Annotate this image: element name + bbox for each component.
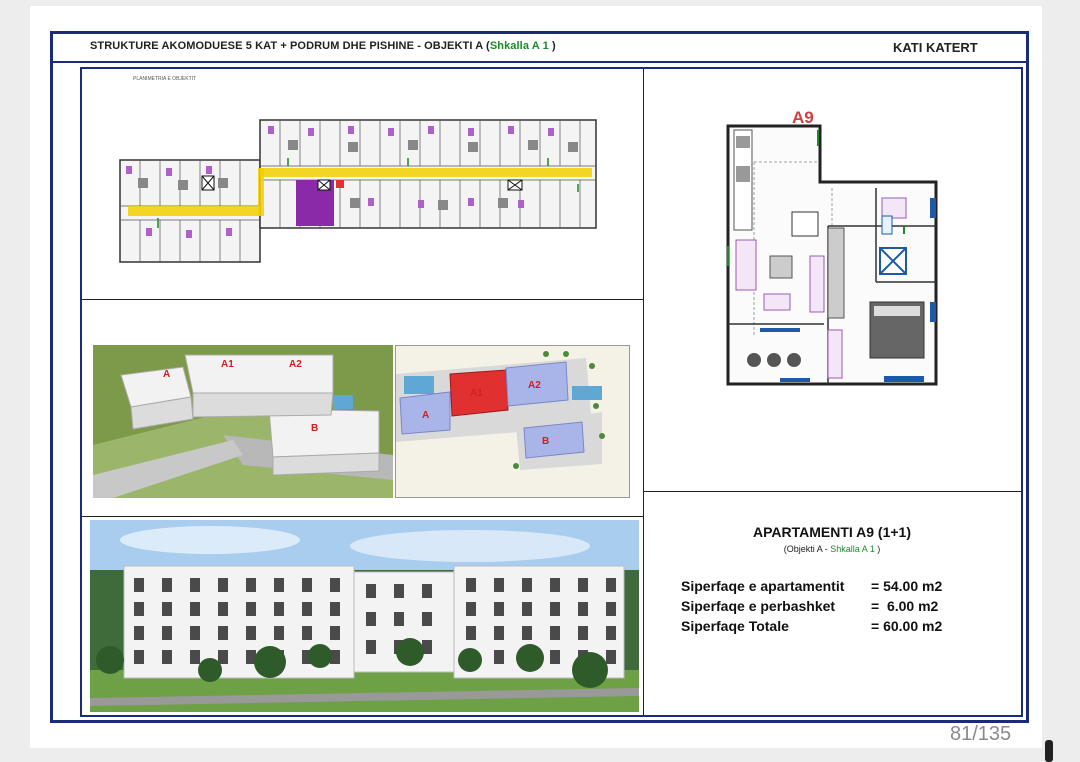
site-label-a1: A1 [470,388,483,399]
area-row-total: Siperfaqe Totale = 60.00 m2 [681,618,942,634]
site-label-a2: A2 [528,380,541,391]
area-value: = 54.00 m2 [871,578,943,594]
header-divider [53,61,1026,63]
subtitle-close: ) [874,544,881,554]
area-label: Siperfaqe Totale [681,618,789,634]
site-plan-render: A A1 A2 B [395,345,630,498]
title-object: OBJEKTI A ( [424,40,490,52]
site-label-b: B [542,436,549,447]
apartment-a9-plan: A9 [726,108,938,386]
area-value: = 6.00 m2 [871,598,939,614]
floor-label: KATI KATERT [893,40,978,55]
title-separator: - [414,40,425,52]
title-close: ) [548,40,556,52]
divider-unit [644,491,1021,492]
aerial-label-a1: A1 [221,359,234,370]
subtitle-stair: Shkalla A 1 [830,544,875,554]
aerial-label-a2: A2 [289,359,302,370]
site-label-a: A [422,410,429,421]
aerial-label-a: A [163,369,170,380]
title-main: STRUKTURE AKOMODUESE 5 KAT + PODRUM DHE … [90,40,415,52]
vertical-divider [643,69,644,715]
aerial-render-drawing: A A1 A2 B [93,345,393,498]
aerial-render: A A1 A2 B [93,345,393,498]
apartment-title: APARTAMENTI A9 (1+1) [752,524,912,540]
area-row-apartment: Siperfaqe e apartamentit = 54.00 m2 [681,578,942,594]
aerial-label-b: B [311,423,318,434]
floor-plan-caption: PLANIMETRIA E OBJEKTIT [133,76,197,82]
divider-plan [82,299,643,300]
site-plan-drawing: A A1 A2 B [396,346,629,497]
building-floor-plan [119,119,597,263]
area-row-common: Siperfaqe e perbashket = 6.00 m2 [681,598,938,614]
page-indicator: 81/135 [950,723,1012,745]
subtitle-object: (Objekti A - [783,544,831,554]
area-label: Siperfaqe e apartamentit [681,578,845,594]
scrollbar-thumb[interactable] [1045,740,1053,762]
unit-label: A9 [792,108,814,127]
divider-renders [82,516,643,517]
facade-render [90,520,639,712]
area-label: Siperfaqe e perbashket [681,598,836,614]
title-stair: Shkalla A 1 [489,40,549,52]
area-value: = 60.00 m2 [871,618,943,634]
facade-render-drawing [90,520,639,712]
apartment-subtitle: (Objekti A - Shkalla A 1 ) [644,544,1020,554]
sheet-title: STRUKTURE AKOMODUESE 5 KAT + PODRUM DHE … [90,40,556,52]
